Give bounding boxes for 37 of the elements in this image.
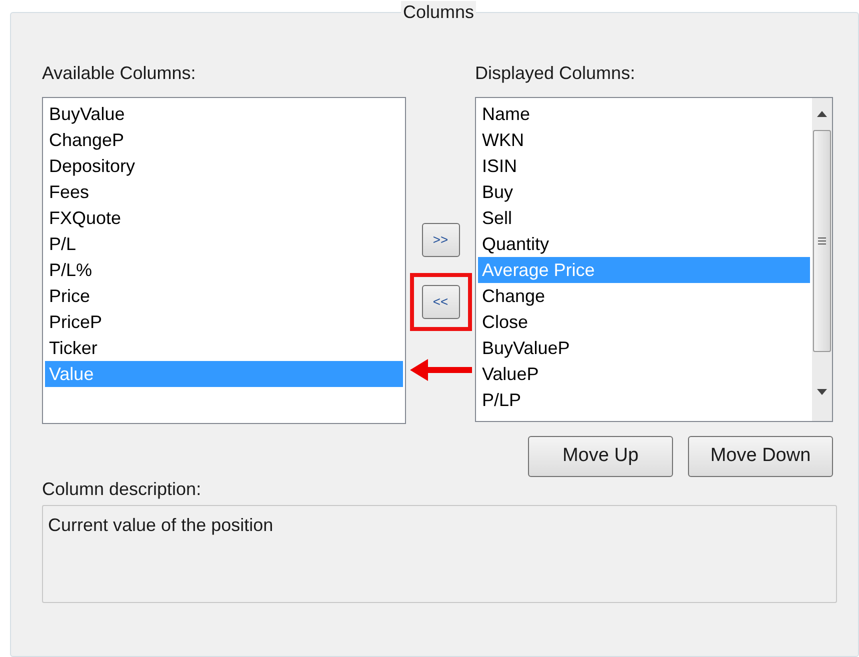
list-item[interactable]: PriceP [45,309,403,335]
list-item[interactable]: Ticker [45,335,403,361]
scroll-up-icon[interactable] [817,111,827,117]
transfer-button[interactable]: >> [422,223,460,257]
displayed-list[interactable]: Name WKN ISIN Buy Sell Quantity Average Price Change Close BuyValueP ValueP P/LP [475,97,833,422]
move-button[interactable]: Move Up [528,436,673,477]
list-label: Available Columns: [42,62,196,85]
scroll-thumb[interactable] [813,130,831,352]
list-item[interactable]: P/L% [45,257,403,283]
description-text: Current value of the position [48,515,274,535]
list-item[interactable]: BuyValue [45,101,403,127]
description-label: Column description: [42,478,202,501]
grip-icon [818,237,826,245]
scroll-down-icon[interactable] [817,389,827,395]
list-item[interactable]: Quantity [478,231,810,257]
list-item[interactable]: P/LP [478,387,810,413]
list-item[interactable]: ISIN [478,153,810,179]
list-item[interactable]: Depository [45,153,403,179]
available-list[interactable]: BuyValue ChangeP Depository Fees FXQuote P/L P/L% Price PriceP Ticker Value [42,97,406,424]
list-item[interactable]: Price [45,283,403,309]
left-arrow-icon [410,359,472,381]
list-label: Displayed Columns: [475,62,636,85]
scrollbar[interactable] [812,98,832,421]
list-item[interactable]: Fees [45,179,403,205]
list-item[interactable]: WKN [478,127,810,153]
transfer-button[interactable]: << [422,285,460,319]
move-button[interactable]: Move Down [688,436,833,477]
list-item[interactable]: Close [478,309,810,335]
list-item[interactable]: P/L [45,231,403,257]
list-item[interactable]: ValueP [478,361,810,387]
list-item[interactable]: Buy [478,179,810,205]
list-item[interactable]: Name [478,101,810,127]
list-item[interactable]: FXQuote [45,205,403,231]
list-item[interactable]: ChangeP [45,127,403,153]
list-item[interactable]: Sell [478,205,810,231]
list-item[interactable]: Change [478,283,810,309]
list-item[interactable]: BuyValueP [478,335,810,361]
